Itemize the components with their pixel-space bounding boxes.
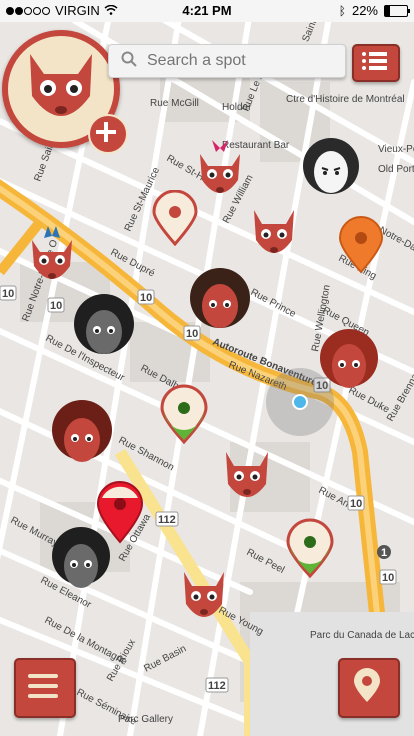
person-marker[interactable]: [300, 138, 362, 200]
spot-pin-marker[interactable]: [338, 214, 384, 274]
route-shield: 112: [205, 677, 229, 693]
locate-me-button[interactable]: [338, 658, 400, 718]
svg-text:112: 112: [208, 680, 226, 692]
spot-pin-marker[interactable]: [160, 384, 208, 444]
person-marker[interactable]: [50, 400, 114, 468]
label-old-port: Old Port of Mont: [378, 164, 414, 175]
menu-button[interactable]: [14, 658, 76, 718]
svg-text:1: 1: [381, 547, 387, 559]
spot-pin-marker[interactable]: [286, 518, 334, 578]
route-shield: 10: [47, 297, 65, 313]
svg-text:10: 10: [382, 572, 394, 584]
battery-icon: [384, 4, 410, 17]
person-marker[interactable]: [318, 328, 380, 394]
label-ctre-histoire: Ctre d'Histoire de Montréal: [286, 94, 405, 105]
svg-text:10: 10: [50, 300, 62, 312]
spot-pin-marker[interactable]: [152, 190, 198, 246]
route-shield: 10: [379, 569, 397, 585]
person-marker[interactable]: [188, 268, 252, 334]
location-pin-icon: [354, 668, 380, 702]
label-parc-lachine: Parc du Canada de Lachine: [310, 630, 414, 641]
fox-marker[interactable]: [178, 568, 230, 634]
svg-text:10: 10: [140, 292, 152, 304]
route-shield: 1: [377, 545, 391, 559]
status-bar: VIRGIN 4:21 PM ᛒ 22%: [0, 0, 414, 22]
route-shield: 10: [0, 285, 17, 301]
fox-marker[interactable]: [26, 226, 78, 296]
person-marker[interactable]: [50, 526, 112, 594]
svg-text:10: 10: [350, 498, 362, 510]
list-icon: [362, 52, 387, 70]
current-location-dot: [292, 394, 308, 410]
label-holder: Holder: [222, 102, 252, 113]
bluetooth-icon: ᛒ: [338, 3, 346, 18]
search-icon: [121, 51, 137, 72]
battery-percent: 22%: [351, 3, 378, 18]
person-marker[interactable]: [72, 292, 136, 362]
route-shield: 10: [347, 495, 365, 511]
fox-marker[interactable]: [194, 140, 246, 212]
search-input[interactable]: [145, 51, 329, 71]
fox-marker[interactable]: [220, 448, 274, 514]
svg-text:10: 10: [2, 288, 14, 300]
route-shield: 112: [155, 511, 179, 527]
add-spot-button[interactable]: [88, 114, 128, 154]
label-parc-gallery: Parc Gallery: [118, 714, 173, 725]
plus-icon: [96, 122, 116, 142]
svg-text:112: 112: [158, 514, 176, 526]
label-rue-mcgill: Rue McGill: [150, 98, 199, 109]
hamburger-menu-icon: [28, 674, 58, 698]
search-bar[interactable]: [108, 44, 346, 78]
route-shield: 10: [137, 289, 155, 305]
list-view-button[interactable]: [352, 44, 400, 82]
label-vieux-port: Vieux-Port de Montréal: [378, 144, 414, 155]
fox-marker[interactable]: [248, 206, 300, 268]
